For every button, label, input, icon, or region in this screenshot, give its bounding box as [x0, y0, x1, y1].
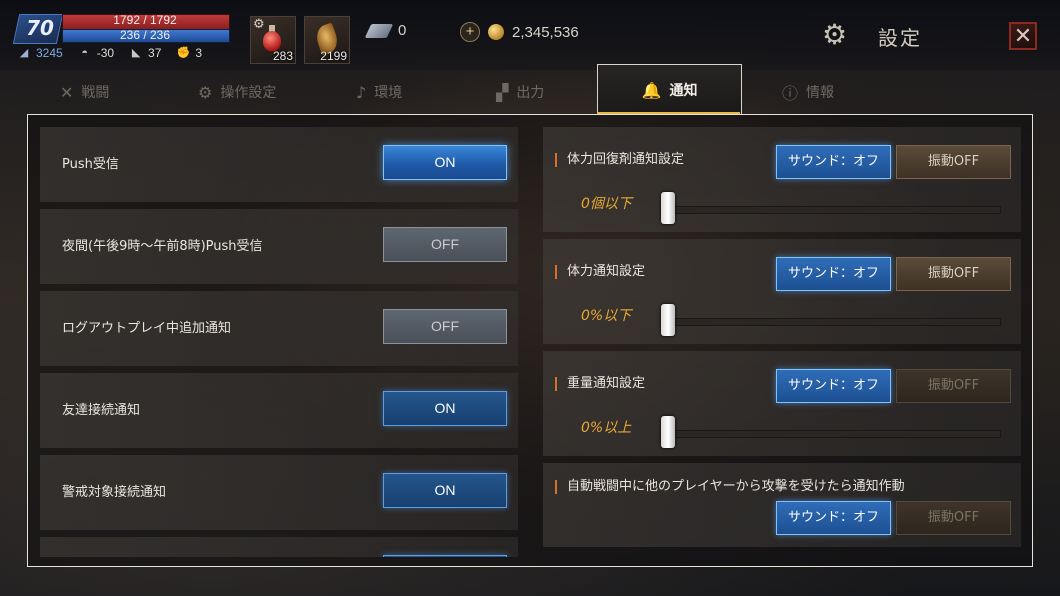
item-quantity: 2199	[320, 49, 347, 63]
settings-gear-icon: ⚙	[822, 18, 848, 51]
stats-row: ◢ 3245 ◓ -30 ◣ 37 ✊ 3	[16, 46, 202, 60]
close-button[interactable]: ✕	[1009, 22, 1037, 50]
wing-currency: 0	[364, 22, 407, 39]
option-label: 体力回復剤通知設定	[555, 153, 684, 167]
tab-label: 環境	[374, 85, 403, 101]
top-hud: 70 1792 / 1792 236 / 236 ◢ 3245 ◓ -30 ◣ …	[0, 0, 1060, 70]
option-row-hp-alert: 体力通知設定 サウンド：オフ 振動OFF 0%以下	[543, 239, 1021, 344]
gear-icon: ⚙	[253, 17, 265, 32]
slider-track[interactable]	[661, 430, 1001, 438]
slider-handle[interactable]	[661, 192, 675, 224]
sound-off-button[interactable]: サウンド：オフ	[776, 257, 891, 291]
helmet-icon: ◓	[81, 47, 89, 59]
hp-text: 1792 / 1792	[113, 13, 177, 27]
tab-label: 情報	[806, 85, 835, 101]
item-quantity: 283	[272, 49, 293, 63]
swords-icon: ✕	[60, 82, 74, 102]
level-value: 70	[26, 16, 54, 40]
quick-slot-feather[interactable]: 2199	[304, 16, 350, 64]
option-row-push: Push受信 ON	[40, 127, 518, 202]
wing-currency-icon	[364, 23, 394, 38]
friend-connect-toggle[interactable]: ON	[383, 391, 507, 426]
slider-value-label: 0個以下	[581, 196, 632, 212]
quick-slot-potion[interactable]: ⚙ 283	[250, 16, 296, 64]
add-gold-button[interactable]: +	[460, 22, 480, 42]
tab-environment[interactable]: ♪ 環境	[356, 72, 402, 112]
option-row-watch-connect: 警戒対象接続通知 ON	[40, 455, 518, 530]
stat-value: 37	[148, 46, 162, 60]
stat-boot: ◣ 37	[128, 46, 162, 60]
stat-wing: ◢ 3245	[16, 46, 63, 60]
slider-value-label: 0%以上	[581, 420, 632, 436]
stat-fist: ✊ 3	[175, 46, 203, 60]
stat-value: 3245	[36, 46, 63, 60]
vibration-off-button[interactable]: 振動OFF	[896, 501, 1011, 535]
info-icon: ⓘ	[782, 84, 799, 103]
gold-value: 2,345,536	[512, 23, 579, 41]
tab-notifications[interactable]: 🔔 通知	[597, 64, 742, 115]
gear-icon: ⚙	[198, 82, 213, 102]
sound-off-button[interactable]: サウンド：オフ	[776, 369, 891, 403]
option-row-logout-play: ログアウトプレイ中追加通知 OFF	[40, 291, 518, 366]
option-row-friend-connect: 友達接続通知 ON	[40, 373, 518, 448]
option-row-weight-alert: 重量通知設定 サウンド：オフ 振動OFF 0%以上	[543, 351, 1021, 456]
slider-handle[interactable]	[661, 304, 675, 336]
stat-value: -30	[96, 46, 115, 60]
night-push-toggle[interactable]: OFF	[383, 227, 507, 262]
option-label: 友達接続通知	[62, 403, 141, 418]
notification-settings-panel: Push受信 ON 夜間(午後9時～午前8時)Push受信 OFF ログアウトプ…	[27, 114, 1033, 567]
music-note-icon: ♪	[356, 82, 367, 102]
hp-potion-icon	[263, 31, 281, 51]
option-label: 自動戦闘中に他のプレイヤーから攻撃を受けたら通知作動	[555, 480, 905, 494]
push-toggle[interactable]: ON	[383, 145, 507, 180]
mp-text: 236 / 236	[119, 28, 171, 42]
option-label: ログアウトプレイ中追加通知	[62, 321, 232, 336]
slider-track[interactable]	[661, 318, 1001, 326]
slider-handle[interactable]	[661, 416, 675, 448]
partial-toggle[interactable]	[383, 555, 507, 557]
tab-controls[interactable]: ⚙ 操作設定	[198, 72, 276, 112]
sound-off-button[interactable]: サウンド：オフ	[776, 145, 891, 179]
tab-label: 戦闘	[81, 85, 110, 101]
option-label: 夜間(午後9時～午前8時)Push受信	[62, 239, 263, 254]
wing-icon: ◢	[19, 47, 29, 59]
stat-value: 3	[195, 46, 203, 60]
tab-label: 操作設定	[220, 85, 277, 101]
slider-track[interactable]	[661, 206, 1001, 214]
sound-off-button[interactable]: サウンド：オフ	[776, 501, 891, 535]
fist-icon: ✊	[176, 47, 191, 59]
option-label: 重量通知設定	[555, 377, 645, 391]
vibration-off-button[interactable]: 振動OFF	[896, 369, 1011, 403]
tab-label: 通知	[669, 83, 698, 99]
tab-battle[interactable]: ✕ 戦闘	[60, 72, 109, 112]
wing-currency-value: 0	[398, 22, 407, 39]
option-row-partial	[40, 537, 518, 557]
tab-output[interactable]: ▞ 出力	[496, 72, 544, 112]
vibration-off-button[interactable]: 振動OFF	[896, 145, 1011, 179]
tab-info[interactable]: ⓘ 情報	[782, 72, 834, 112]
tab-label: 出力	[516, 85, 545, 101]
option-label: 警戒対象接続通知	[62, 485, 167, 500]
vibration-off-button[interactable]: 振動OFF	[896, 257, 1011, 291]
gold-coin-icon	[488, 24, 504, 40]
option-row-night-push: 夜間(午後9時～午前8時)Push受信 OFF	[40, 209, 518, 284]
option-label: Push受信	[62, 157, 119, 172]
stat-helmet: ◓ -30	[77, 46, 114, 60]
page-title: 設定	[878, 26, 922, 50]
slider-value-label: 0%以下	[581, 308, 632, 324]
option-label: 体力通知設定	[555, 265, 645, 279]
logout-play-toggle[interactable]: OFF	[383, 309, 507, 344]
bell-icon: 🔔	[641, 80, 662, 100]
alert-settings-list[interactable]: 体力回復剤通知設定 サウンド：オフ 振動OFF 0個以下 体力通知設定 サウンド…	[543, 127, 1021, 557]
output-icon: ▞	[496, 82, 509, 102]
toggle-list[interactable]: Push受信 ON 夜間(午後9時～午前8時)Push受信 OFF ログアウトプ…	[40, 127, 518, 557]
watch-connect-toggle[interactable]: ON	[383, 473, 507, 508]
gold-currency: + 2,345,536	[460, 22, 579, 42]
boot-icon: ◣	[131, 47, 141, 59]
settings-tabs: ✕ 戦闘 ⚙ 操作設定 ♪ 環境 ▞ 出力 🔔 通知 ⓘ 情報	[30, 64, 1030, 115]
option-row-attack-alert: 自動戦闘中に他のプレイヤーから攻撃を受けたら通知作動 サウンド：オフ 振動OFF	[543, 463, 1021, 547]
option-row-potion-alert: 体力回復剤通知設定 サウンド：オフ 振動OFF 0個以下	[543, 127, 1021, 232]
